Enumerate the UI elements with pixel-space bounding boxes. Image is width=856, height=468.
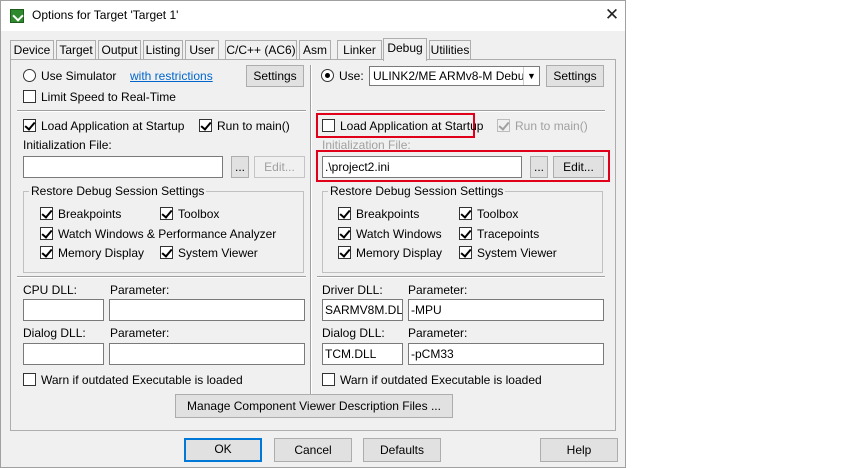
driver-dll-label: Driver DLL: — [322, 283, 383, 297]
breakpoints-label: Breakpoints — [356, 207, 420, 221]
debug-driver-value: ULINK2/ME ARMv8-M Debugg — [373, 69, 538, 83]
tracepoints-label: Tracepoints — [477, 227, 540, 241]
title-bar: Options for Target 'Target 1' ✕ — [1, 1, 625, 31]
watch-windows-checkbox[interactable] — [338, 227, 351, 240]
toolbox-label: Toolbox — [477, 207, 519, 221]
watch-windows-label: Watch Windows & Performance Analyzer — [58, 227, 277, 241]
tab-linker[interactable]: Linker — [337, 40, 382, 60]
divider — [17, 276, 306, 278]
run-to-main-label: Run to main() — [515, 119, 588, 133]
divider — [17, 110, 306, 112]
memory-display-checkbox[interactable] — [40, 246, 53, 259]
warn-outdated-label: Warn if outdated Executable is loaded — [340, 373, 542, 387]
run-to-main-label: Run to main() — [217, 119, 290, 133]
warn-outdated-checkbox[interactable] — [322, 373, 335, 386]
system-viewer-checkbox[interactable] — [459, 246, 472, 259]
defaults-button[interactable]: Defaults — [363, 438, 441, 462]
system-viewer-label: System Viewer — [477, 246, 557, 260]
watch-windows-checkbox[interactable] — [40, 227, 53, 240]
ok-button[interactable]: OK — [184, 438, 262, 462]
load-app-label: Load Application at Startup — [340, 119, 484, 133]
options-dialog: Options for Target 'Target 1' ✕ Device T… — [0, 0, 626, 468]
tab-target[interactable]: Target — [56, 40, 96, 60]
limit-speed-label: Limit Speed to Real-Time — [41, 90, 176, 104]
manage-component-viewer-button[interactable]: Manage Component Viewer Description File… — [175, 394, 453, 418]
watch-windows-label: Watch Windows — [356, 227, 442, 241]
use-simulator-radio[interactable] — [23, 69, 36, 82]
driver-dll-field[interactable]: SARMV8M.DLL — [322, 299, 403, 321]
window-title: Options for Target 'Target 1' — [32, 8, 179, 22]
driver-settings-button[interactable]: Settings — [546, 65, 604, 87]
load-app-label: Load Application at Startup — [41, 119, 185, 133]
init-file-edit-button[interactable]: Edit... — [254, 156, 305, 178]
limit-speed-checkbox[interactable] — [23, 90, 36, 103]
tab-debug[interactable]: Debug — [383, 38, 427, 61]
driver-parameter-field[interactable]: -MPU — [408, 299, 604, 321]
divider — [317, 276, 605, 278]
dialog-parameter-field[interactable]: -pCM33 — [408, 343, 604, 365]
tab-output[interactable]: Output — [98, 40, 141, 60]
cpu-parameter-field[interactable] — [109, 299, 305, 321]
use-driver-label: Use: — [339, 69, 364, 83]
tab-c-cpp[interactable]: C/C++ (AC6) — [225, 40, 297, 60]
init-file-browse-button[interactable]: ... — [530, 156, 548, 178]
divider — [317, 110, 605, 112]
memory-display-label: Memory Display — [58, 246, 145, 260]
toolbox-label: Toolbox — [178, 207, 220, 221]
dialog-dll-field[interactable]: TCM.DLL — [322, 343, 403, 365]
driver-parameter-label: Parameter: — [408, 283, 468, 297]
column-divider — [310, 65, 312, 403]
dialog-dll-field[interactable] — [23, 343, 104, 365]
simulator-settings-button[interactable]: Settings — [246, 65, 304, 87]
dialog-dll-label: Dialog DLL: — [322, 326, 385, 340]
cancel-button[interactable]: Cancel — [274, 438, 352, 462]
tab-user[interactable]: User — [185, 40, 219, 60]
init-file-field[interactable] — [23, 156, 223, 178]
chevron-down-icon[interactable]: ▼ — [523, 67, 539, 85]
close-icon[interactable]: ✕ — [602, 4, 622, 26]
memory-display-label: Memory Display — [356, 246, 443, 260]
tab-asm[interactable]: Asm — [299, 40, 331, 60]
breakpoints-label: Breakpoints — [58, 207, 122, 221]
memory-display-checkbox[interactable] — [338, 246, 351, 259]
init-file-field[interactable]: .\project2.ini — [322, 156, 522, 178]
run-to-main-checkbox[interactable] — [199, 119, 212, 132]
cpu-dll-field[interactable] — [23, 299, 104, 321]
toolbox-checkbox[interactable] — [459, 207, 472, 220]
init-file-edit-button[interactable]: Edit... — [553, 156, 604, 178]
toolbox-checkbox[interactable] — [160, 207, 173, 220]
restore-settings-title: Restore Debug Session Settings — [328, 184, 506, 198]
tab-listing[interactable]: Listing — [143, 40, 183, 60]
init-file-label: Initialization File: — [23, 138, 112, 152]
dialog-dll-label: Dialog DLL: — [23, 326, 86, 340]
with-restrictions-link[interactable]: with restrictions — [130, 69, 213, 83]
tracepoints-checkbox[interactable] — [459, 227, 472, 240]
init-file-browse-button[interactable]: ... — [231, 156, 249, 178]
system-viewer-checkbox[interactable] — [160, 246, 173, 259]
debug-driver-select[interactable]: ULINK2/ME ARMv8-M Debugg — [369, 66, 540, 86]
tab-utilities[interactable]: Utilities — [429, 40, 471, 60]
run-to-main-checkbox[interactable] — [497, 119, 510, 132]
use-driver-radio[interactable] — [321, 69, 334, 82]
warn-outdated-checkbox[interactable] — [23, 373, 36, 386]
keil-uvision-icon — [10, 9, 24, 23]
use-simulator-label: Use Simulator — [41, 69, 117, 83]
breakpoints-checkbox[interactable] — [338, 207, 351, 220]
dialog-parameter-label: Parameter: — [110, 326, 170, 340]
tab-device[interactable]: Device — [10, 40, 54, 60]
cpu-dll-label: CPU DLL: — [23, 283, 78, 297]
load-app-checkbox[interactable] — [23, 119, 36, 132]
restore-settings-title: Restore Debug Session Settings — [29, 184, 207, 198]
dialog-parameter-label: Parameter: — [408, 326, 468, 340]
system-viewer-label: System Viewer — [178, 246, 258, 260]
load-app-checkbox[interactable] — [322, 119, 335, 132]
breakpoints-checkbox[interactable] — [40, 207, 53, 220]
dialog-parameter-field[interactable] — [109, 343, 305, 365]
cpu-parameter-label: Parameter: — [110, 283, 170, 297]
warn-outdated-label: Warn if outdated Executable is loaded — [41, 373, 243, 387]
help-button[interactable]: Help — [540, 438, 618, 462]
